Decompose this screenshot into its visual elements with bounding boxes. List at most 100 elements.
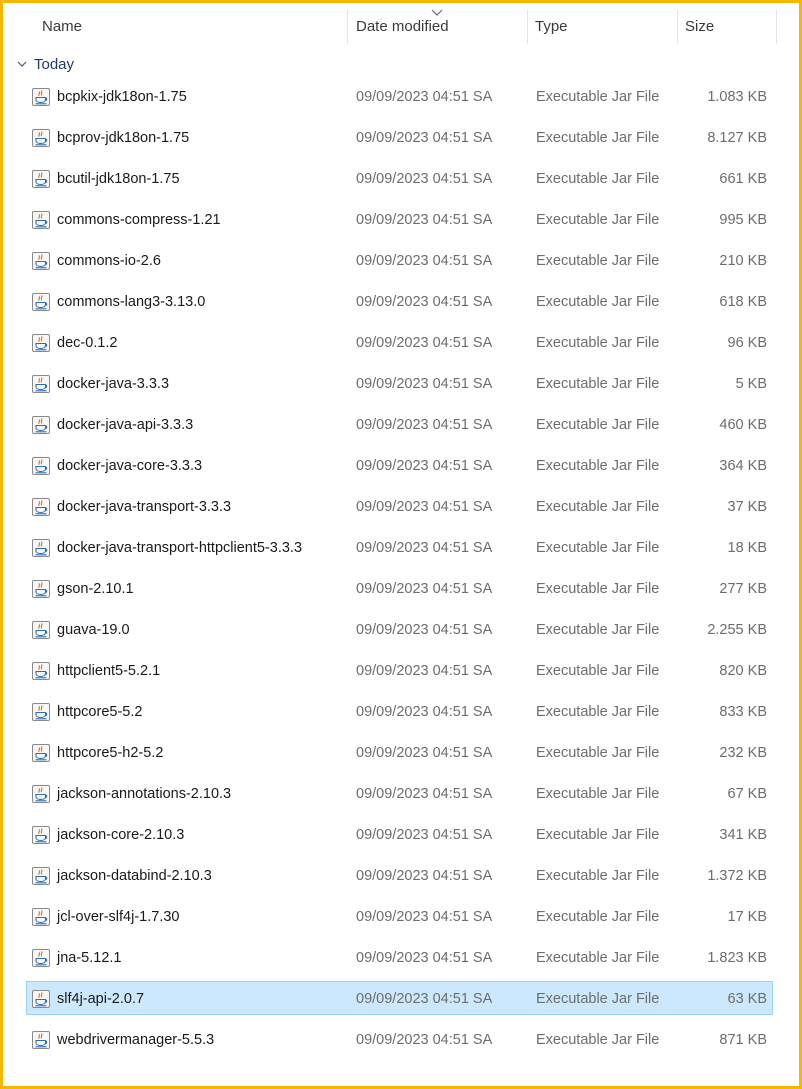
file-row[interactable]: jcl-over-slf4j-1.7.30 09/09/2023 04:51 SA… [26, 899, 773, 933]
file-name: docker-java-transport-3.3.3 [57, 499, 232, 515]
file-type: Executable Jar File [536, 89, 660, 105]
file-type: Executable Jar File [536, 540, 660, 556]
file-size: 18 KB [727, 540, 768, 556]
file-date-modified: 09/09/2023 04:51 SA [356, 458, 493, 474]
file-row[interactable]: jackson-annotations-2.10.3 09/09/2023 04:… [26, 776, 773, 810]
file-row[interactable]: guava-19.0 09/09/2023 04:51 SA Executable … [26, 612, 773, 646]
file-row[interactable]: bcprov-jdk18on-1.75 09/09/2023 04:51 SA Ex… [26, 120, 773, 154]
file-size: 210 KB [719, 253, 767, 269]
file-row[interactable]: docker-java-3.3.3 09/09/2023 04:51 SA Exec… [26, 366, 773, 400]
file-row[interactable]: httpcore5-h2-5.2 09/09/2023 04:51 SA Execu… [26, 735, 773, 769]
explorer-window-frame: Name Date modified Type Size Today bcpki… [0, 0, 802, 1089]
file-date-modified: 09/09/2023 04:51 SA [356, 786, 493, 802]
file-row[interactable]: slf4j-api-2.0.7 09/09/2023 04:51 SA Execut… [26, 981, 773, 1015]
jar-file-icon [31, 743, 51, 763]
file-size: 5 KB [735, 376, 767, 392]
file-size: 232 KB [719, 745, 767, 761]
file-type: Executable Jar File [536, 130, 660, 146]
file-name: commons-lang3-3.13.0 [57, 294, 206, 310]
chevron-down-icon[interactable] [17, 61, 27, 68]
file-type: Executable Jar File [536, 950, 660, 966]
file-name: jna-5.12.1 [57, 950, 122, 966]
file-date-modified: 09/09/2023 04:51 SA [356, 376, 493, 392]
column-divider[interactable] [776, 10, 777, 44]
column-header-size[interactable]: Size [685, 6, 714, 46]
jar-file-icon [31, 866, 51, 886]
file-name: httpclient5-5.2.1 [57, 663, 161, 679]
file-type: Executable Jar File [536, 212, 660, 228]
file-row[interactable]: docker-java-core-3.3.3 09/09/2023 04:51 S… [26, 448, 773, 482]
file-row[interactable]: docker-java-transport-httpclient5-3.3.3 0… [26, 530, 773, 564]
jar-file-icon [31, 415, 51, 435]
file-row[interactable]: bcutil-jdk18on-1.75 09/09/2023 04:51 SA Ex… [26, 161, 773, 195]
file-type: Executable Jar File [536, 376, 660, 392]
file-row[interactable]: commons-lang3-3.13.0 09/09/2023 04:51 SA E… [26, 284, 773, 318]
file-date-modified: 09/09/2023 04:51 SA [356, 827, 493, 843]
jar-file-icon [31, 538, 51, 558]
file-size: 37 KB [727, 499, 768, 515]
file-row[interactable]: gson-2.10.1 09/09/2023 04:51 SA Executable… [26, 571, 773, 605]
file-type: Executable Jar File [536, 499, 660, 515]
file-name: jackson-core-2.10.3 [57, 827, 185, 843]
file-date-modified: 09/09/2023 04:51 SA [356, 89, 493, 105]
file-type: Executable Jar File [536, 581, 660, 597]
file-row[interactable]: jackson-databind-2.10.3 09/09/2023 04:51 … [26, 858, 773, 892]
file-name: commons-io-2.6 [57, 253, 161, 269]
jar-file-icon [31, 128, 51, 148]
file-date-modified: 09/09/2023 04:51 SA [356, 991, 493, 1007]
file-date-modified: 09/09/2023 04:51 SA [356, 909, 493, 925]
column-divider[interactable] [677, 10, 678, 44]
file-date-modified: 09/09/2023 04:51 SA [356, 1032, 493, 1048]
file-type: Executable Jar File [536, 745, 660, 761]
file-type: Executable Jar File [536, 704, 660, 720]
jar-file-icon [31, 579, 51, 599]
file-size: 820 KB [719, 663, 767, 679]
file-row[interactable]: bcpkix-jdk18on-1.75 09/09/2023 04:51 SA Ex… [26, 79, 773, 113]
file-size: 2.255 KB [707, 622, 767, 638]
file-row[interactable]: dec-0.1.2 09/09/2023 04:51 SA Executable J… [26, 325, 773, 359]
file-name: docker-java-core-3.3.3 [57, 458, 203, 474]
file-date-modified: 09/09/2023 04:51 SA [356, 294, 493, 310]
jar-file-icon [31, 456, 51, 476]
file-type: Executable Jar File [536, 991, 660, 1007]
file-name: commons-compress-1.21 [57, 212, 221, 228]
file-name: bcprov-jdk18on-1.75 [57, 130, 190, 146]
file-row[interactable]: httpcore5-5.2 09/09/2023 04:51 SA Executab… [26, 694, 773, 728]
file-row[interactable]: commons-io-2.6 09/09/2023 04:51 SA Executa… [26, 243, 773, 277]
file-row[interactable]: jackson-core-2.10.3 09/09/2023 04:51 SA Ex… [26, 817, 773, 851]
file-name: gson-2.10.1 [57, 581, 134, 597]
file-row[interactable]: httpclient5-5.2.1 09/09/2023 04:51 SA Exec… [26, 653, 773, 687]
column-divider[interactable] [527, 10, 528, 44]
file-row[interactable]: docker-java-api-3.3.3 09/09/2023 04:51 SA… [26, 407, 773, 441]
jar-file-icon [31, 907, 51, 927]
file-row[interactable]: commons-compress-1.21 09/09/2023 04:51 SA… [26, 202, 773, 236]
jar-file-icon [31, 989, 51, 1009]
jar-file-icon [31, 661, 51, 681]
column-divider[interactable] [347, 10, 348, 44]
column-header-type[interactable]: Type [535, 6, 568, 46]
file-date-modified: 09/09/2023 04:51 SA [356, 868, 493, 884]
jar-file-icon [31, 620, 51, 640]
file-date-modified: 09/09/2023 04:51 SA [356, 540, 493, 556]
jar-file-icon [31, 784, 51, 804]
file-row[interactable]: docker-java-transport-3.3.3 09/09/2023 04… [26, 489, 773, 523]
column-header-name[interactable]: Name [42, 6, 82, 46]
file-type: Executable Jar File [536, 663, 660, 679]
file-type: Executable Jar File [536, 171, 660, 187]
file-date-modified: 09/09/2023 04:51 SA [356, 663, 493, 679]
file-date-modified: 09/09/2023 04:51 SA [356, 581, 493, 597]
file-name: docker-java-3.3.3 [57, 376, 170, 392]
file-date-modified: 09/09/2023 04:51 SA [356, 950, 493, 966]
file-size: 8.127 KB [707, 130, 767, 146]
file-size: 277 KB [719, 581, 767, 597]
jar-file-icon [31, 251, 51, 271]
file-type: Executable Jar File [536, 1032, 660, 1048]
column-header-date-modified[interactable]: Date modified [356, 6, 449, 46]
file-type: Executable Jar File [536, 335, 660, 351]
file-type: Executable Jar File [536, 622, 660, 638]
file-row[interactable]: webdrivermanager-5.5.3 09/09/2023 04:51 S… [26, 1022, 773, 1056]
file-date-modified: 09/09/2023 04:51 SA [356, 171, 493, 187]
file-row[interactable]: jna-5.12.1 09/09/2023 04:51 SA Executable … [26, 940, 773, 974]
file-type: Executable Jar File [536, 458, 660, 474]
file-type: Executable Jar File [536, 786, 660, 802]
